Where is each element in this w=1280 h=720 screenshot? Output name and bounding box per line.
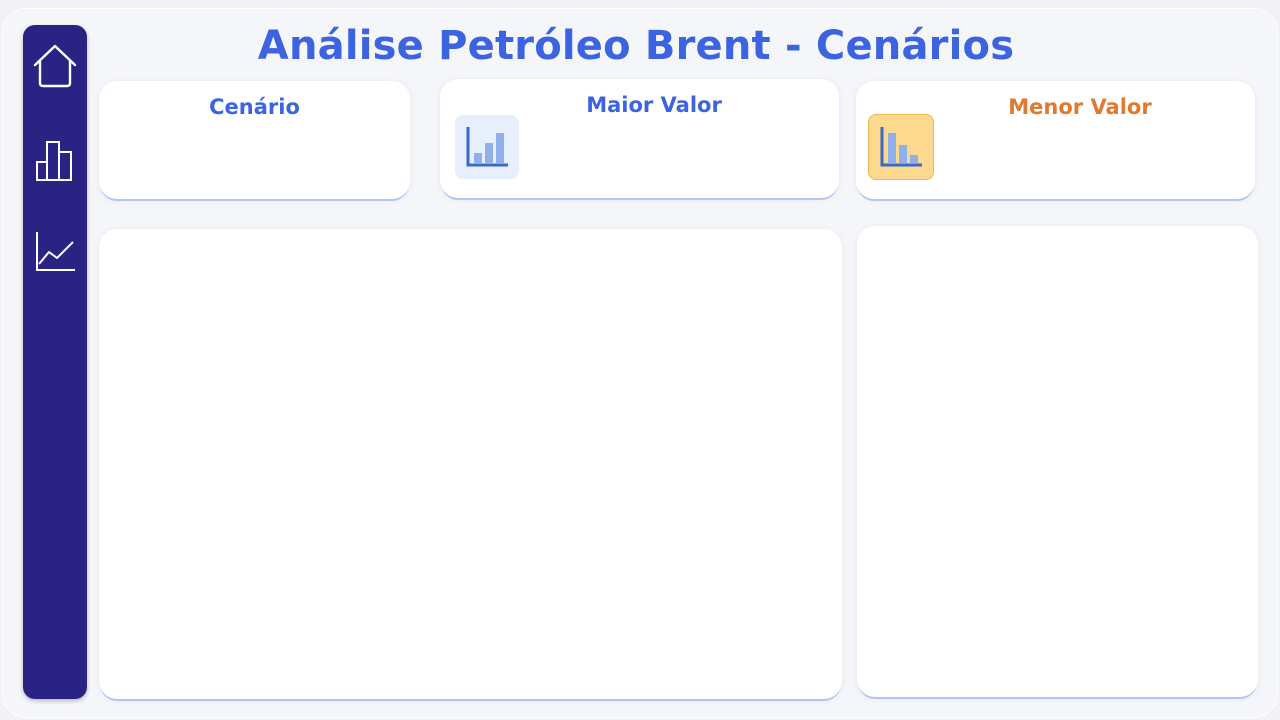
sidebar xyxy=(23,25,87,699)
max-value-icon-box xyxy=(455,115,519,179)
scenario-title: Cenário xyxy=(209,95,300,119)
scenario-card: Cenário xyxy=(99,81,410,199)
nav-home-button[interactable] xyxy=(30,41,80,91)
nav-bar-chart-button[interactable] xyxy=(30,135,80,185)
bar-chart-icon xyxy=(36,141,72,181)
min-value-icon-box xyxy=(868,114,934,180)
page-title: Análise Petróleo Brent - Cenários xyxy=(257,23,1015,69)
max-value-title: Maior Valor xyxy=(586,93,722,117)
max-value-card: Maior Valor xyxy=(440,79,839,198)
bar-chart-up-icon xyxy=(466,127,508,167)
nav-line-chart-button[interactable] xyxy=(30,225,80,275)
main-chart-panel xyxy=(99,229,842,699)
min-value-title: Menor Valor xyxy=(1008,95,1152,119)
bar-chart-down-icon xyxy=(880,127,922,167)
min-value-card: Menor Valor xyxy=(856,81,1255,199)
line-chart-icon xyxy=(36,232,75,271)
home-icon xyxy=(33,44,77,88)
side-chart-panel xyxy=(857,226,1258,697)
